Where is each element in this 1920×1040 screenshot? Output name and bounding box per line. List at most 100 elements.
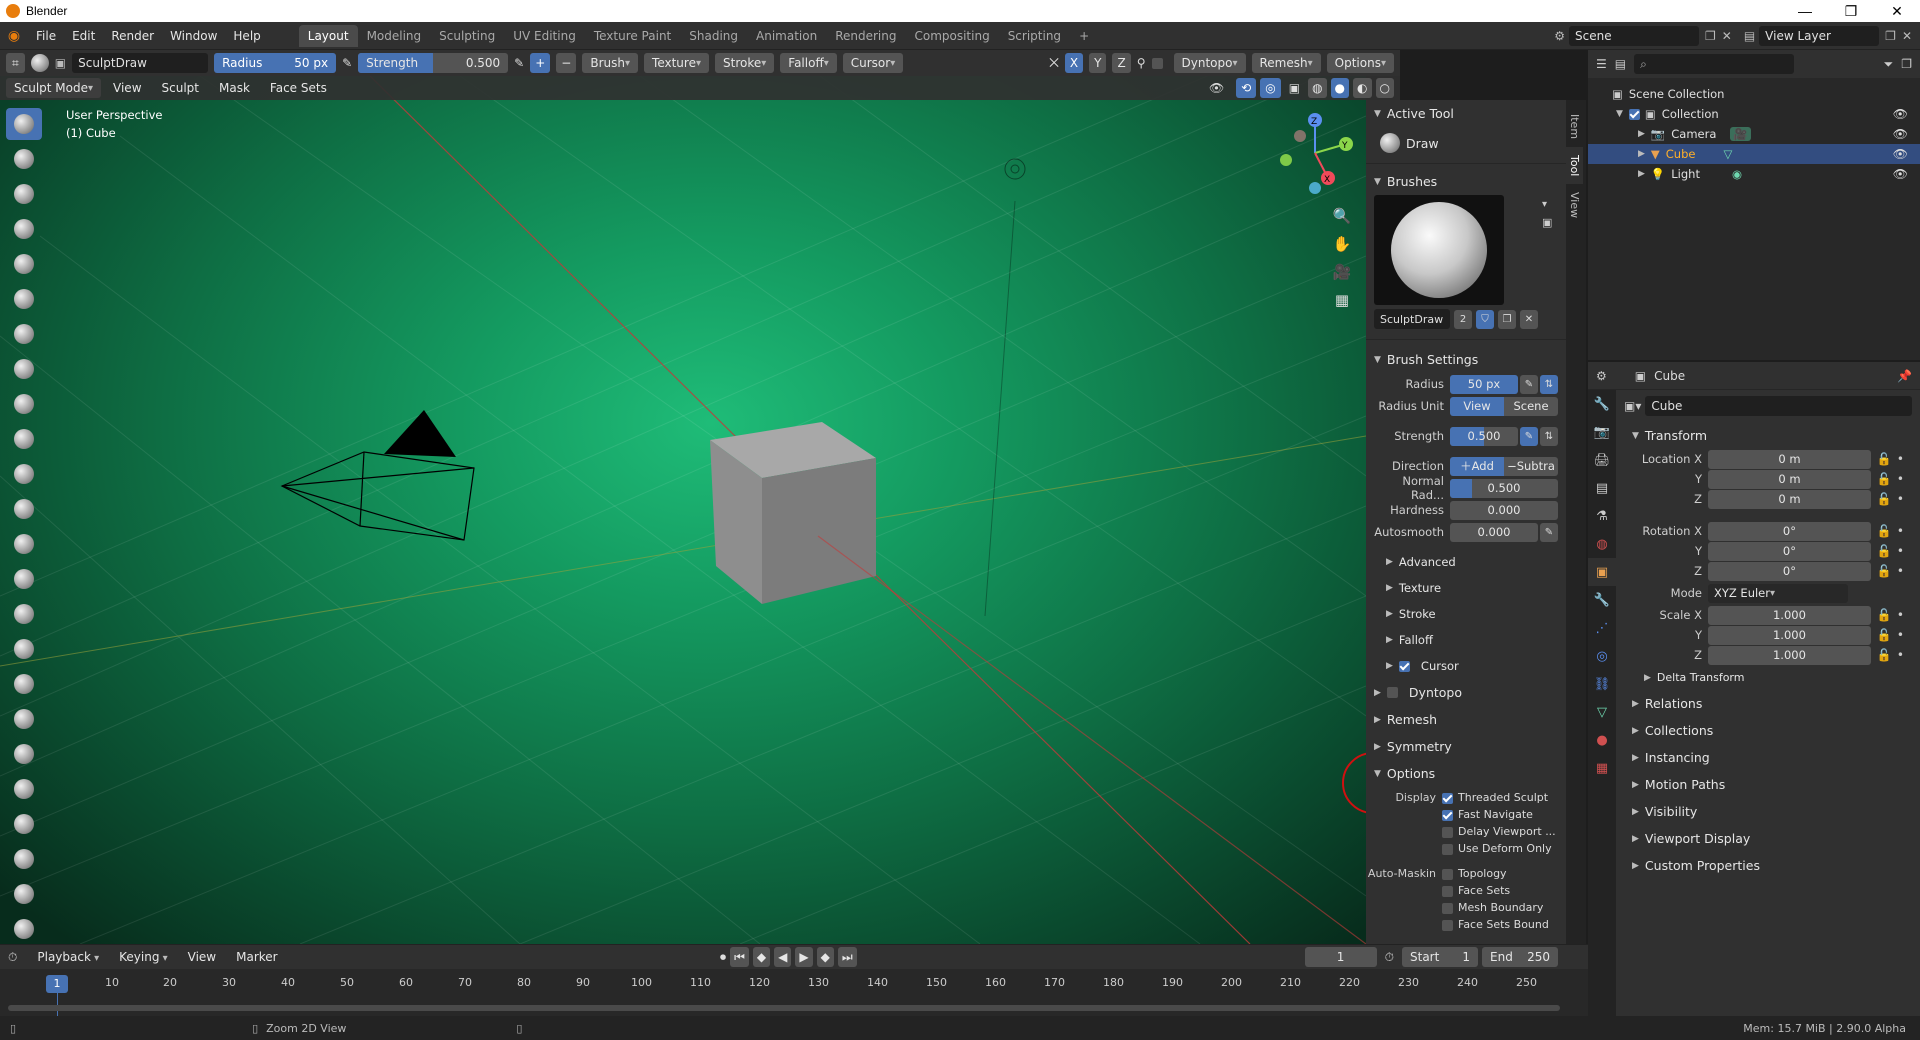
object-datablock-icon[interactable]: ▣▾ [1624,399,1641,413]
tab-sculpting[interactable]: Sculpting [430,25,504,47]
tool-scrape[interactable] [6,528,42,560]
tab-rendering[interactable]: Rendering [826,25,905,47]
tool-layer[interactable] [6,283,42,315]
collection-exclude-checkbox[interactable] [1628,108,1640,120]
tool-simplify[interactable] [6,913,42,945]
duplicate-brush-icon[interactable]: ❐ [1498,309,1516,329]
view-layer-properties-icon[interactable]: ▤ [1588,474,1616,502]
direction-add[interactable]: ＋ Add [1450,456,1504,476]
strength-slider[interactable]: 0.500 [1450,426,1518,446]
constraints-properties-icon[interactable]: ⛓ [1588,670,1616,698]
tool-properties-icon[interactable]: 🔧 [1588,390,1616,418]
sidebar-tab-item[interactable]: Item [1566,106,1583,147]
radius-field[interactable]: Radius 50 px [214,53,337,73]
rotation-z-keyframe-icon[interactable]: • [1897,564,1904,578]
zoom-icon[interactable]: 🔍 [1328,202,1356,230]
cursor-subpanel[interactable]: ▶ Cursor [1366,653,1566,679]
maximize-button[interactable]: ❐ [1828,3,1874,20]
texture-dropdown[interactable]: Texture [644,53,709,73]
radius-unit-icon[interactable]: ⇅ [1540,374,1558,394]
dyntopo-panel-checkbox[interactable] [1386,687,1398,698]
tab-layout[interactable]: Layout [298,24,358,47]
automask-mesh-boundary-checkbox[interactable] [1442,902,1453,914]
end-frame-field[interactable]: End 250 [1482,947,1558,967]
start-frame-field[interactable]: Start 1 [1402,947,1478,967]
rotation-y-field[interactable]: 0° [1708,541,1871,561]
brush-browse-icon[interactable]: ▣ [55,56,66,70]
rotation-y-lock-icon[interactable]: 🔓 [1871,544,1897,558]
threaded-sculpt-option[interactable]: Threaded Sculpt [1442,791,1556,804]
delay-viewport-checkbox[interactable] [1442,826,1453,838]
hardness-slider[interactable]: 0.000 [1450,500,1558,520]
autosmooth-pressure-icon[interactable]: ✎ [1540,522,1558,542]
automask-mesh-boundary-option[interactable]: Mesh Boundary [1442,901,1549,914]
scale-z-lock-icon[interactable]: 🔓 [1871,648,1897,662]
rotation-y-keyframe-icon[interactable]: • [1897,544,1904,558]
falloff-dropdown[interactable]: Falloff [780,53,837,73]
scale-y-field[interactable]: 1.000 [1708,625,1871,645]
location-y-field[interactable]: 0 m [1708,469,1871,489]
camera-eye-icon[interactable]: 👁 [1893,127,1908,141]
location-y-lock-icon[interactable]: 🔓 [1871,472,1897,486]
delay-viewport-option[interactable]: Delay Viewport ... [1442,825,1556,838]
radius-pen-icon[interactable]: ✎ [342,56,352,70]
view-layer-selector[interactable]: View Layer [1759,25,1880,46]
menu-file[interactable]: File [28,29,64,43]
rotation-z-field[interactable]: 0° [1708,561,1871,581]
strength-pressure-icon[interactable]: ✎ [1520,426,1538,446]
strength-pen-icon[interactable]: ✎ [514,56,524,70]
close-button[interactable]: ✕ [1874,3,1920,20]
rotation-mode-dropdown[interactable]: XYZ Euler [1708,583,1848,603]
cursor-dropdown[interactable]: Cursor [842,53,904,73]
3d-viewport[interactable]: User Perspective (1) Cube Z Y X 🔍 ✋ 🎥 ▦ … [0,76,1366,944]
timeline-editor-icon[interactable]: ⏱ [8,950,17,965]
brush-list-chevron-icon[interactable]: ▾ [1542,199,1552,210]
rotation-x-field[interactable]: 0° [1708,521,1871,541]
tool-draw[interactable] [6,108,42,140]
scene-selector[interactable]: Scene [1569,25,1699,46]
menu-render[interactable]: Render [103,29,162,43]
light-object[interactable] [1004,158,1026,180]
tool-grab[interactable] [6,633,42,665]
properties-editor-icon[interactable]: ⚙ [1596,369,1607,383]
symmetry-icon[interactable]: ⨉ [1049,56,1059,71]
outliner-editor-icon[interactable]: ☰ [1596,57,1607,71]
timeline-menu-playback[interactable]: Playback [29,950,107,964]
unlink-brush-icon[interactable]: ✕ [1520,309,1538,329]
menu-sculpt[interactable]: Sculpt [154,79,207,97]
remesh-section[interactable]: ▶ Remesh [1366,706,1566,733]
tab-animation[interactable]: Animation [747,25,826,47]
radius-pressure-icon[interactable]: ✎ [1520,374,1538,394]
automask-topology-option[interactable]: Topology [1442,867,1549,880]
add-workspace-button[interactable]: + [1070,25,1098,47]
material-properties-icon[interactable]: ● [1588,726,1616,754]
tab-texture-paint[interactable]: Texture Paint [585,25,680,47]
particles-properties-icon[interactable]: ⋰ [1588,614,1616,642]
editor-type-icon[interactable]: ⌗ [6,53,25,73]
menu-window[interactable]: Window [162,29,225,43]
scale-y-lock-icon[interactable]: 🔓 [1871,628,1897,642]
physics-properties-icon[interactable]: ◎ [1588,642,1616,670]
motion-paths-section[interactable]: ▶ Motion Paths [1624,771,1912,798]
view-layer-icon[interactable]: ▤ [1744,29,1755,43]
modifier-properties-icon[interactable]: 🔧 [1588,586,1616,614]
preview-range-icon[interactable]: ⏱ [1385,950,1394,965]
tool-slide-relax[interactable] [6,878,42,910]
brushes-header[interactable]: ▼ Brushes [1366,168,1566,195]
filter-icon[interactable]: ⏷ [1884,57,1894,72]
camera-view-icon[interactable]: 🎥 [1328,258,1356,286]
gizmo-toggle-icon[interactable]: ⟲ [1236,78,1257,98]
menu-view[interactable]: View [105,79,149,97]
outliner-light[interactable]: ▶ 💡 Light ◉ 👁 [1588,164,1920,184]
tool-multiplane-scrape[interactable] [6,563,42,595]
cube-mesh-data-icon[interactable]: ▽ [1723,147,1732,161]
record-icon[interactable]: ⏺ [720,950,726,965]
direction-add-button[interactable]: + [530,53,551,73]
mesh-data-properties-icon[interactable]: ▽ [1588,698,1616,726]
active-tool-row[interactable]: Draw [1366,127,1566,159]
tool-clay-thumb[interactable] [6,248,42,280]
new-scene-icon[interactable]: ❐ [1705,29,1716,43]
outliner-collection[interactable]: ▼ ▣ Collection 👁 [1588,104,1920,124]
output-properties-icon[interactable]: 🖨 [1588,446,1616,474]
tool-nudge[interactable] [6,808,42,840]
